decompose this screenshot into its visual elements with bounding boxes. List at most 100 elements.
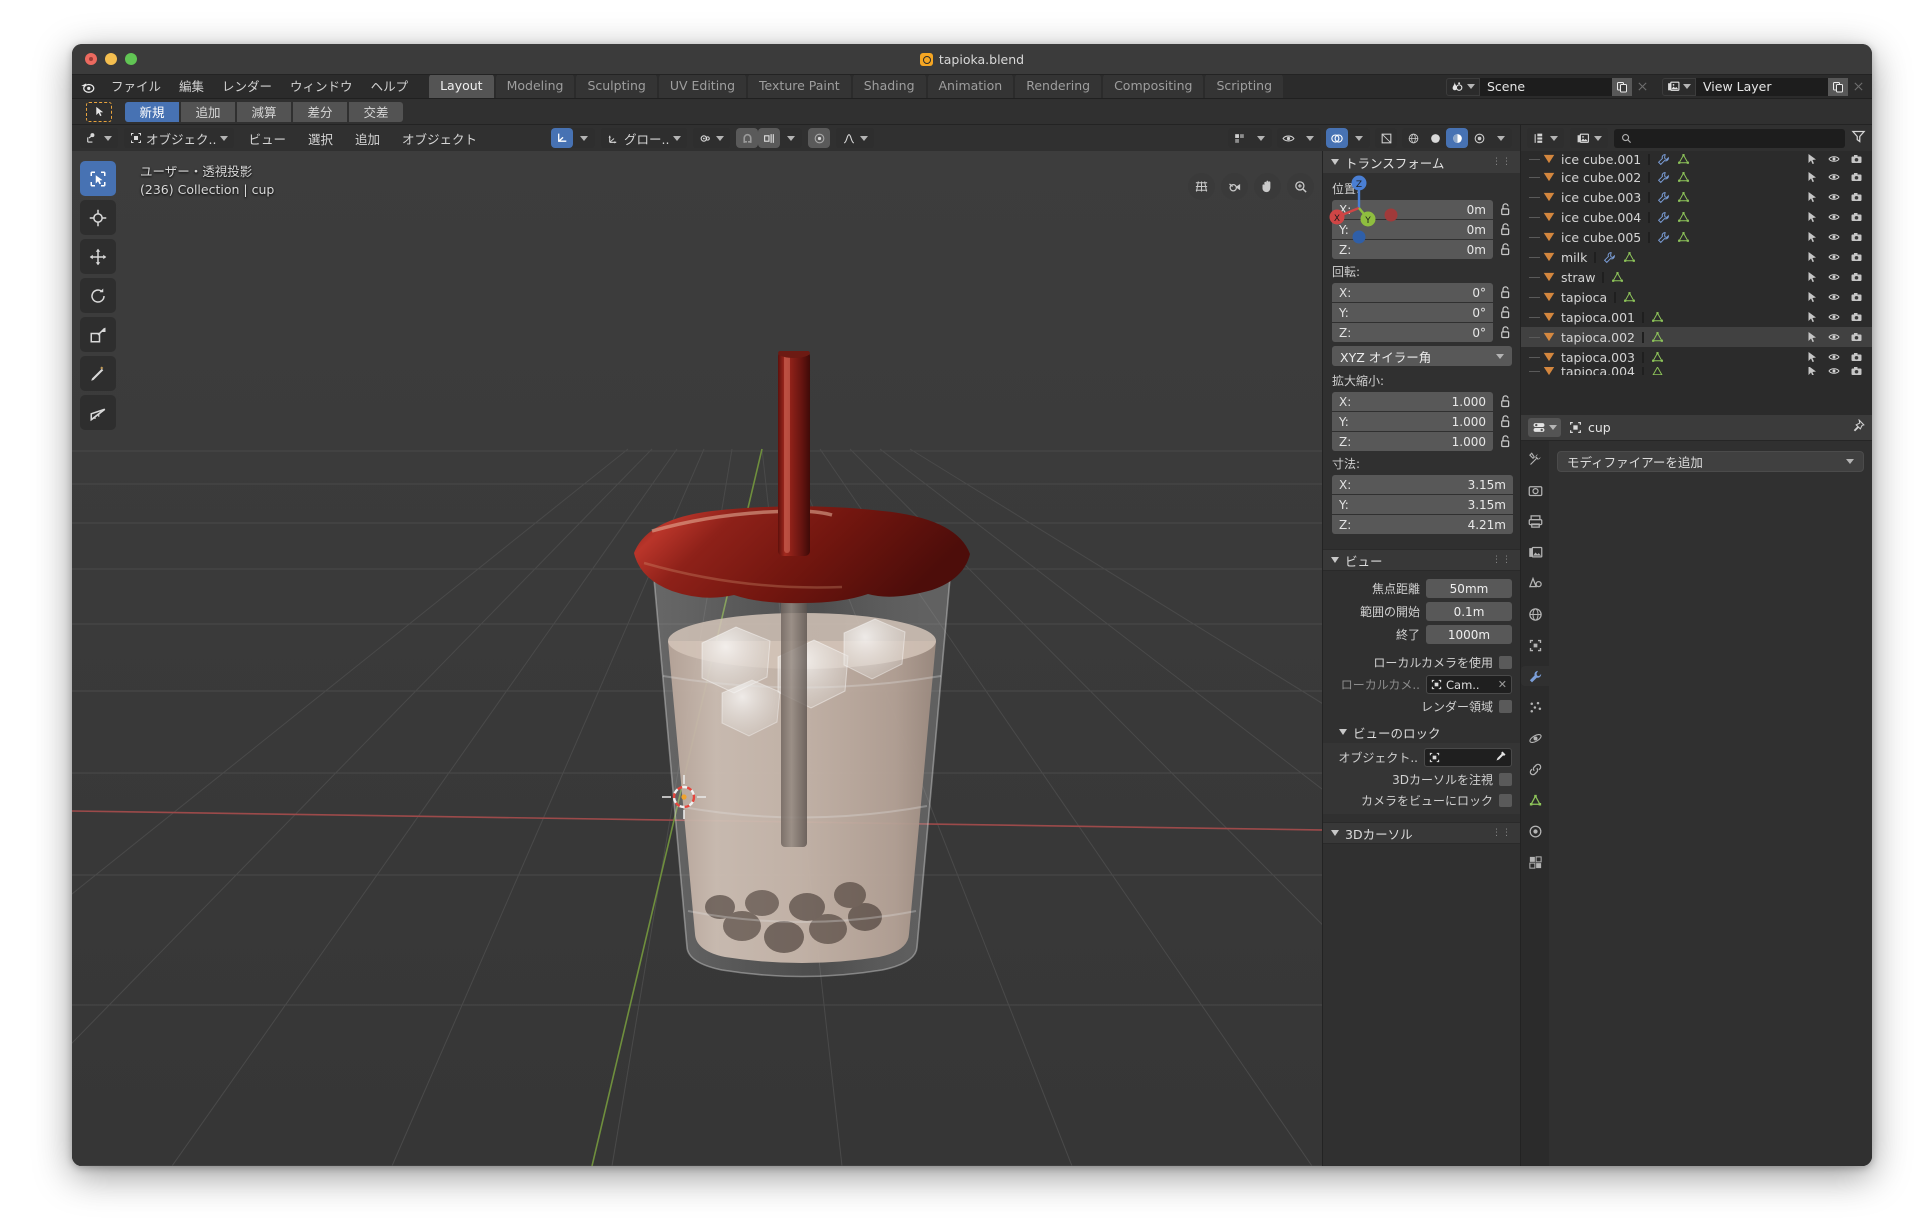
- render-camera-icon[interactable]: [1850, 211, 1863, 223]
- modifier-wrench-icon[interactable]: [1657, 231, 1670, 244]
- render-region-checkbox[interactable]: [1499, 700, 1512, 713]
- dimensions-x-field[interactable]: X: 3.15m: [1332, 475, 1513, 494]
- modifier-wrench-icon[interactable]: [1657, 211, 1670, 224]
- visibility-eye-icon[interactable]: [1827, 211, 1841, 223]
- object-square-icon[interactable]: [1525, 635, 1545, 655]
- mesh-data-icon[interactable]: [1677, 171, 1690, 184]
- grid-perspective-icon[interactable]: [1188, 173, 1215, 200]
- lock-open-icon[interactable]: [1498, 285, 1513, 300]
- rotation-y-field[interactable]: Y: 0°: [1332, 303, 1493, 322]
- render-camera-back-icon[interactable]: [1525, 480, 1545, 500]
- visibility-eye-icon[interactable]: [1827, 191, 1841, 203]
- scene-browse-icon[interactable]: [1446, 78, 1480, 96]
- select-box-icon[interactable]: [86, 102, 112, 122]
- show-gizmo-dropdown[interactable]: [1277, 128, 1321, 148]
- xray-icon[interactable]: [1375, 128, 1397, 148]
- selectable-arrow-icon[interactable]: [1806, 211, 1818, 223]
- select-mode-subtract[interactable]: 減算: [237, 102, 291, 122]
- view-lock-panel-header[interactable]: ビューのロック: [1323, 721, 1520, 743]
- outliner-row-tapioca-003[interactable]: tapioca.003: [1521, 347, 1872, 367]
- xray-toggle[interactable]: [1375, 128, 1397, 148]
- axis-navigation-gizmo[interactable]: Z X Y: [1320, 169, 1398, 247]
- outliner-filter-id-icon[interactable]: [1570, 128, 1608, 148]
- shading-rendered-icon[interactable]: [1468, 128, 1490, 148]
- selectable-arrow-icon[interactable]: [1806, 311, 1818, 323]
- lock-open-icon[interactable]: [1498, 325, 1513, 340]
- annotate-pencil-icon[interactable]: [80, 356, 116, 391]
- tab-animation[interactable]: Animation: [928, 74, 1014, 98]
- lock-open-icon[interactable]: [1498, 434, 1513, 449]
- magnet-icon[interactable]: [736, 128, 758, 148]
- minimize-window-button[interactable]: [105, 53, 117, 65]
- remove-view-layer-button[interactable]: [1848, 78, 1868, 96]
- tab-rendering[interactable]: Rendering: [1015, 74, 1101, 98]
- visibility-eye-icon[interactable]: [1827, 231, 1841, 243]
- lock-open-icon[interactable]: [1498, 305, 1513, 320]
- view-panel-header[interactable]: ビュー ⋮⋮: [1323, 549, 1520, 571]
- selectable-arrow-icon[interactable]: [1806, 251, 1818, 263]
- dimensions-y-field[interactable]: Y: 3.15m: [1332, 495, 1513, 514]
- lock-camera-checkbox[interactable]: [1499, 794, 1512, 807]
- shading-solid-icon[interactable]: [1424, 128, 1446, 148]
- tool-screwdriver-wrench-icon[interactable]: [1525, 449, 1545, 469]
- selectable-arrow-icon[interactable]: [1806, 351, 1818, 363]
- texture-checker-icon[interactable]: [1525, 852, 1545, 872]
- render-camera-icon[interactable]: [1850, 251, 1863, 263]
- filter-funnel-icon[interactable]: [1851, 129, 1866, 148]
- selectable-arrow-icon[interactable]: [1806, 367, 1818, 375]
- visibility-eye-icon[interactable]: [1827, 171, 1841, 183]
- dimensions-z-field[interactable]: Z: 4.21m: [1332, 515, 1513, 534]
- mesh-data-icon[interactable]: [1677, 191, 1690, 204]
- local-camera-checkbox[interactable]: [1499, 656, 1512, 669]
- lock-open-icon[interactable]: [1498, 242, 1513, 257]
- focal-length-field[interactable]: 50mm: [1426, 579, 1512, 598]
- mesh-data-icon[interactable]: [1651, 311, 1664, 324]
- local-camera-object-field[interactable]: Cam.. ✕: [1426, 675, 1512, 694]
- tapioca-cup-3d-object[interactable]: [592, 351, 1012, 991]
- render-camera-icon[interactable]: [1850, 191, 1863, 203]
- mesh-data-icon[interactable]: [1677, 153, 1690, 166]
- pivot-point-icon[interactable]: [693, 128, 730, 148]
- select-mode-extend[interactable]: 追加: [181, 102, 235, 122]
- transform-orientation-gizmo-icon[interactable]: [551, 128, 573, 148]
- remove-scene-button[interactable]: [1632, 78, 1652, 96]
- clip-start-field[interactable]: 0.1m: [1426, 602, 1512, 621]
- constraint-chain-icon[interactable]: [1525, 759, 1545, 779]
- selectable-arrow-icon[interactable]: [1806, 171, 1818, 183]
- add-modifier-button[interactable]: モディファイアーを追加: [1557, 451, 1864, 472]
- render-camera-icon[interactable]: [1850, 351, 1863, 363]
- clip-end-field[interactable]: 1000m: [1426, 625, 1512, 644]
- outliner-row-tapioca-004[interactable]: tapioca.004: [1521, 367, 1872, 375]
- move-icon[interactable]: [80, 239, 116, 274]
- tab-layout[interactable]: Layout: [429, 74, 494, 98]
- chevron-down-icon[interactable]: [1348, 128, 1370, 148]
- render-camera-icon[interactable]: [1850, 367, 1863, 375]
- hand-icon[interactable]: [1254, 173, 1281, 200]
- view-layer-browse-icon[interactable]: [1662, 78, 1696, 96]
- gizmo-eye-icon[interactable]: [1277, 128, 1299, 148]
- modifier-wrench-icon[interactable]: [1603, 251, 1616, 264]
- camera-icon[interactable]: [1221, 173, 1248, 200]
- eyedropper-icon[interactable]: [1495, 750, 1507, 765]
- view-layer-name-field[interactable]: View Layer: [1696, 78, 1828, 96]
- visibility-eye-icon[interactable]: [1827, 271, 1841, 283]
- zoom-window-button[interactable]: [125, 53, 137, 65]
- rotation-x-field[interactable]: X: 0°: [1332, 283, 1493, 302]
- lock-open-icon[interactable]: [1498, 222, 1513, 237]
- mesh-data-icon[interactable]: [1651, 351, 1664, 364]
- render-camera-icon[interactable]: [1850, 231, 1863, 243]
- visibility-eye-icon[interactable]: [1827, 351, 1841, 363]
- chevron-down-icon[interactable]: [573, 128, 595, 148]
- view-layer-images-icon[interactable]: [1525, 542, 1545, 562]
- object-types-icon[interactable]: [1228, 128, 1250, 148]
- outliner-row-tapioca[interactable]: tapioca: [1521, 287, 1872, 307]
- physics-orbit-icon[interactable]: [1525, 728, 1545, 748]
- tab-texture-paint[interactable]: Texture Paint: [748, 74, 851, 98]
- selectable-arrow-icon[interactable]: [1806, 271, 1818, 283]
- tab-uv-editing[interactable]: UV Editing: [659, 74, 746, 98]
- lock-cursor-checkbox[interactable]: [1499, 773, 1512, 786]
- new-scene-button[interactable]: [1612, 78, 1632, 96]
- visibility-eye-icon[interactable]: [1827, 367, 1841, 375]
- proportional-edit-icon[interactable]: [808, 128, 830, 148]
- mesh-data-icon[interactable]: [1651, 331, 1664, 344]
